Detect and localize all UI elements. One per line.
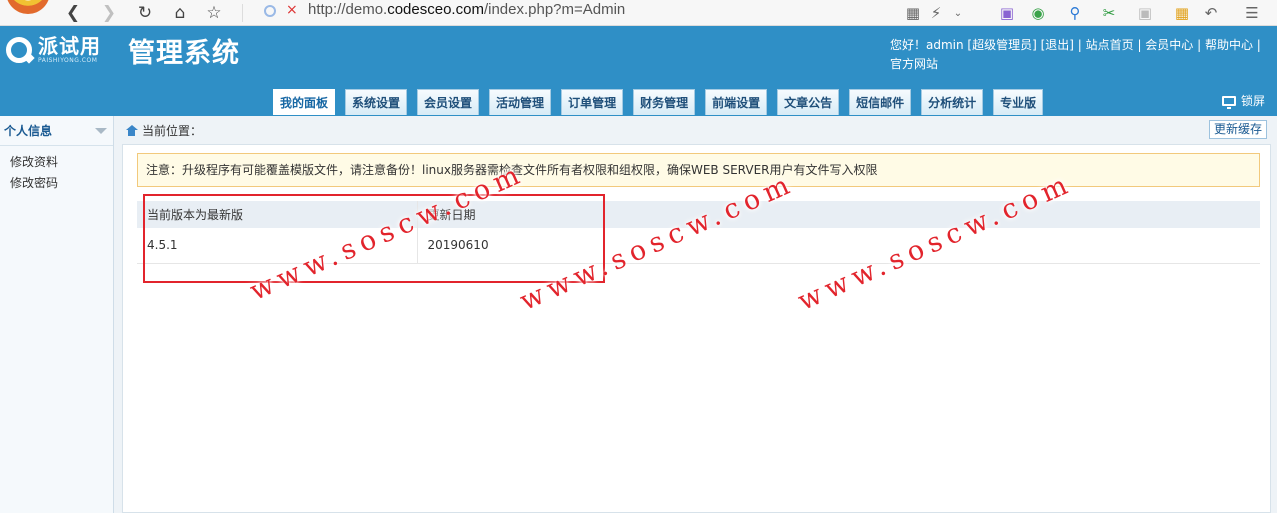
apps-grid-icon[interactable]: ▦ [1172, 2, 1192, 24]
home-browser-icon[interactable]: ⌂ [169, 2, 191, 24]
extension-purple-icon[interactable]: ▣ [997, 2, 1017, 24]
browser-extensions: ▦ ⚡ ⌄ ▣ ◉ ⚲ ✂ ▣ ▦ ↶ ☰ [897, 0, 1277, 26]
tab-member-settings[interactable]: 会员设置 [417, 89, 480, 115]
tab-my-panel[interactable]: 我的面板 [273, 89, 336, 115]
breadcrumb-label: 当前位置： [142, 123, 203, 138]
table-header-update-date: 更新日期 [416, 201, 592, 228]
upgrade-notice: 注意：升级程序有可能覆盖模版文件，请注意备份！linux服务器需检查文件所有者权… [137, 153, 1260, 187]
undo-icon[interactable]: ↶ [1201, 2, 1221, 24]
table-header-row: 当前版本为最新版 更新日期 [137, 201, 1260, 228]
tab-frontend-settings[interactable]: 前端设置 [705, 89, 768, 115]
tab-finance-management[interactable]: 财务管理 [633, 89, 696, 115]
sidebar-item-edit-profile[interactable]: 修改资料 [0, 152, 113, 173]
tab-articles[interactable]: 文章公告 [777, 89, 840, 115]
content-panel: 注意：升级程序有可能覆盖模版文件，请注意备份！linux服务器需检查文件所有者权… [122, 144, 1271, 513]
tab-analytics[interactable]: 分析统计 [921, 89, 984, 115]
monitor-icon [1222, 95, 1236, 109]
brand-logo[interactable]: 派试用 PAISHIYONG.COM [6, 35, 101, 64]
user-info-links[interactable]: 您好！admin [超级管理员] [退出] | 站点首页 | 会员中心 | 帮助… [890, 36, 1268, 74]
system-title: 管理系统 [128, 38, 240, 69]
chevron-down-icon [95, 127, 107, 134]
lightning-icon[interactable]: ⚡ [926, 2, 946, 24]
browser-logo-icon [6, 0, 50, 14]
favorite-star-icon[interactable]: ☆ [203, 2, 225, 24]
sidebar-item-change-password[interactable]: 修改密码 [0, 173, 113, 194]
tab-order-management[interactable]: 订单管理 [561, 89, 624, 115]
main-area: 当前位置： 更新缓存 注意：升级程序有可能覆盖模版文件，请注意备份！linux服… [114, 116, 1277, 513]
version-table: 当前版本为最新版 更新日期 4.5.1 20190610 [137, 201, 1260, 264]
scissors-icon[interactable]: ✂ [1099, 2, 1119, 24]
qrcode-icon[interactable]: ▦ [903, 2, 923, 24]
breadcrumb: 当前位置： 更新缓存 [114, 116, 1277, 144]
back-icon[interactable]: ❮ [62, 2, 84, 24]
top-nav-tabs: 我的面板 系统设置 会员设置 活动管理 订单管理 财务管理 前端设置 文章公告 … [273, 89, 1053, 115]
search-icon[interactable]: ⚲ [1065, 2, 1085, 24]
table-header-current-version: 当前版本为最新版 [137, 201, 417, 228]
site-info-icon[interactable] [264, 5, 276, 17]
address-bar[interactable]: http://demo.codesceo.com/index.php?m=Adm… [308, 1, 625, 18]
sidebar: 个人信息 修改资料 修改密码 [0, 116, 114, 513]
brand-domain: PAISHIYONG.COM [38, 57, 98, 64]
update-date-value: 20190610 [416, 228, 592, 264]
translate-icon[interactable]: ◉ [1028, 2, 1048, 24]
table-row: 4.5.1 20190610 [137, 228, 1260, 264]
table-header-empty [592, 201, 1260, 228]
home-icon [126, 124, 138, 136]
forward-icon[interactable]: ❯ [98, 2, 120, 24]
address-separator [242, 4, 243, 22]
sidebar-section-header[interactable]: 个人信息 [0, 116, 113, 146]
tab-activity-management[interactable]: 活动管理 [489, 89, 552, 115]
sidebar-section-title: 个人信息 [4, 124, 53, 138]
tab-system-settings[interactable]: 系统设置 [345, 89, 408, 115]
admin-header: 派试用 PAISHIYONG.COM 管理系统 您好！admin [超级管理员]… [0, 26, 1277, 116]
browser-toolbar: ❮ ❯ ↻ ⌂ ☆ × http://demo.codesceo.com/ind… [0, 0, 1277, 26]
screenshot-icon[interactable]: ▣ [1135, 2, 1155, 24]
tab-sms-email[interactable]: 短信邮件 [849, 89, 912, 115]
version-value: 4.5.1 [137, 228, 417, 264]
lock-screen-label: 锁屏 [1241, 94, 1266, 108]
insecure-icon: × [286, 2, 298, 18]
table-cell-empty [592, 228, 1260, 264]
tab-pro-edition[interactable]: 专业版 [993, 89, 1044, 115]
brand-name: 派试用 [38, 34, 101, 58]
refresh-cache-button[interactable]: 更新缓存 [1208, 120, 1267, 139]
reload-icon[interactable]: ↻ [134, 2, 156, 24]
lock-screen-button[interactable]: 锁屏 [1222, 92, 1265, 109]
menu-icon[interactable]: ☰ [1242, 2, 1262, 24]
chevron-down-icon[interactable]: ⌄ [948, 2, 968, 24]
brand-mark-icon [6, 36, 32, 63]
